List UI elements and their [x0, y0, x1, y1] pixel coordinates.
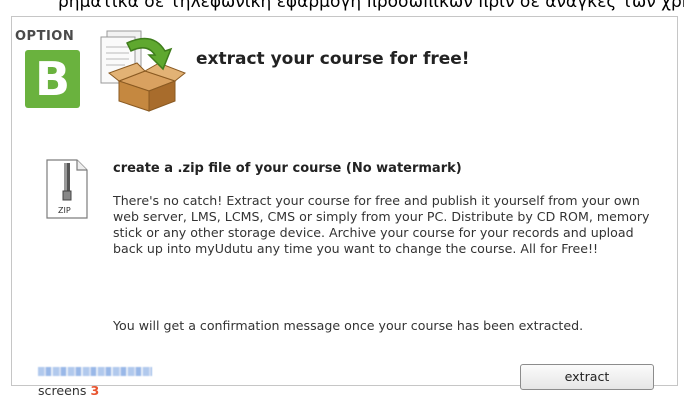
- option-letter-badge: B: [25, 50, 80, 108]
- extract-button[interactable]: extract: [520, 364, 654, 390]
- option-badge: OPTION B: [15, 29, 92, 116]
- top-strip-text: ρηματικά σε τηλεφωνική εφαρμογή προσωπικ…: [58, 0, 684, 12]
- screens-label: screens: [38, 383, 87, 398]
- zip-option-title: create a .zip file of your course (No wa…: [113, 161, 462, 176]
- screens-count-label: screens 3: [38, 383, 99, 398]
- page-heading: extract your course for free!: [196, 49, 470, 69]
- zip-option-description: There's no catch! Extract your course fo…: [113, 193, 650, 256]
- extract-box-icon: [100, 30, 186, 112]
- confirmation-message: You will get a confirmation message once…: [113, 318, 584, 333]
- zip-file-icon: ZIP: [46, 159, 88, 219]
- zip-icon-label: ZIP: [58, 206, 71, 215]
- screens-count: 3: [90, 383, 100, 398]
- redacted-course-link[interactable]: [38, 367, 152, 376]
- top-text-strip: ρηματικά σε τηλεφωνική εφαρμογή προσωπικ…: [0, 0, 684, 17]
- option-label: OPTION: [15, 29, 75, 44]
